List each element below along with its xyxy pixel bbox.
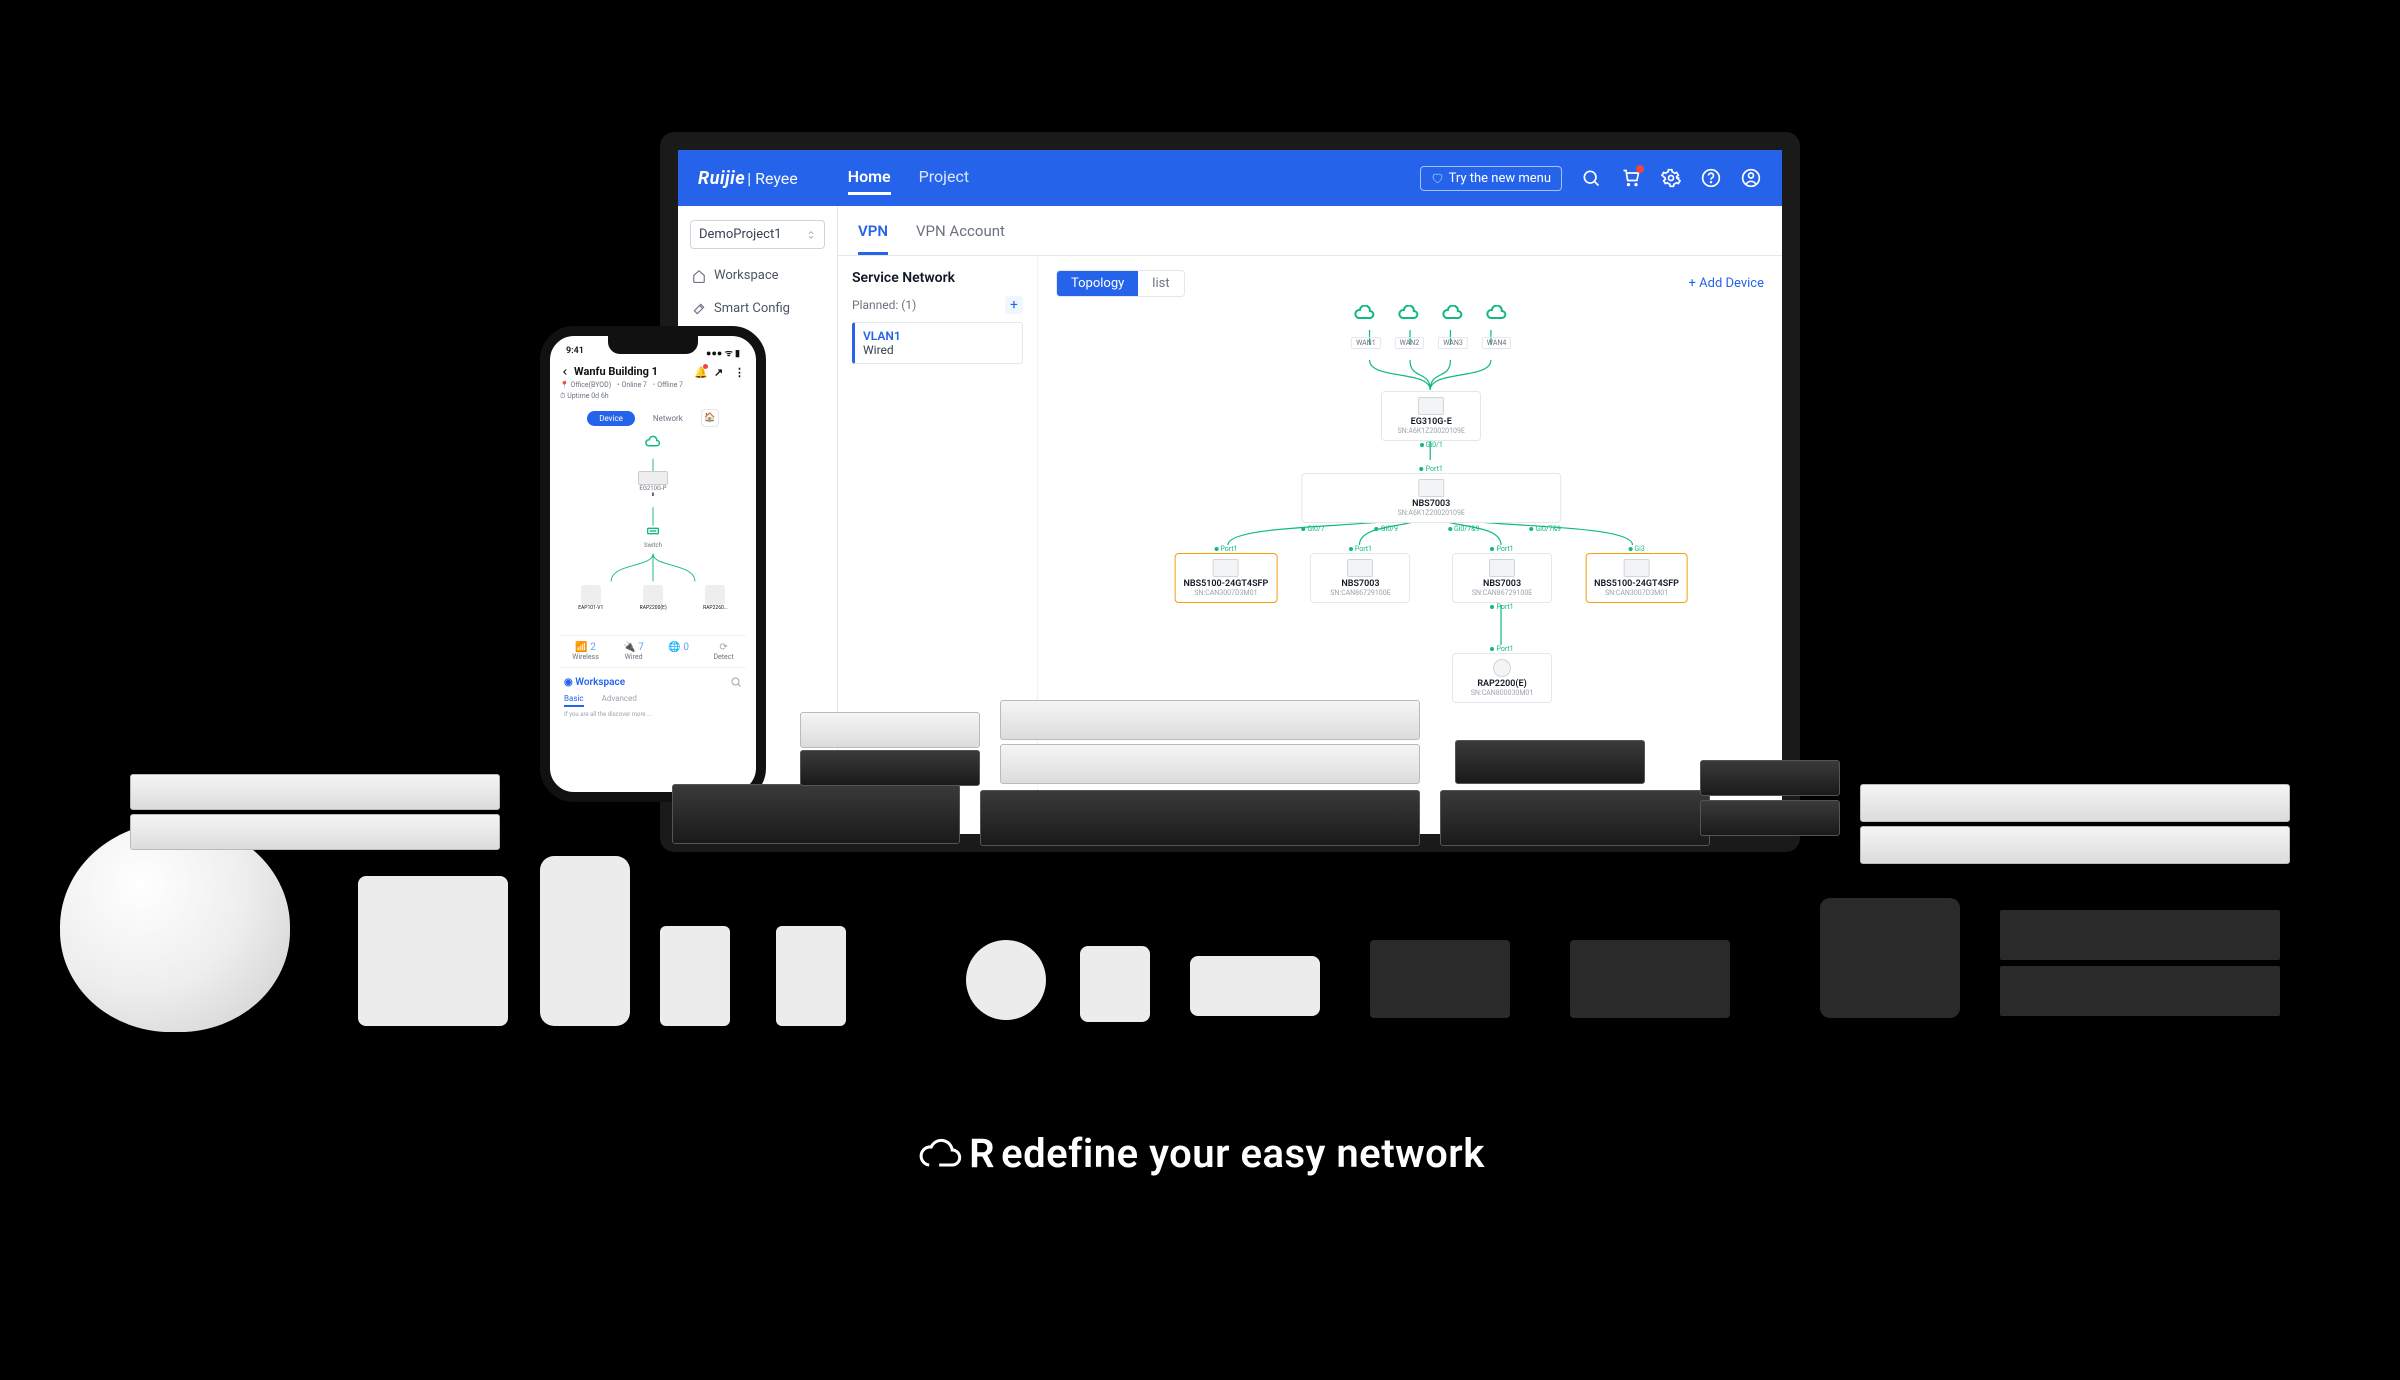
cloud-icon [1353,305,1377,321]
bell-icon[interactable]: 🔔 [694,366,706,378]
home-icon [692,269,706,283]
product-router [1370,940,1510,1018]
phone-home-icon[interactable]: 🏠 [701,409,719,427]
product-router [1570,940,1730,1018]
product-switch [1860,826,2290,864]
tagline: Redefine your easy network [915,1130,1485,1177]
port-label: Gi0/1 [1381,441,1481,449]
phone-topology: EG210G-P ⬇ Switch EAP101-V1 RAP2200(E) R… [560,435,746,635]
cloud-icon [1397,305,1421,321]
phone-seg-device[interactable]: Device [587,411,635,426]
project-selector[interactable]: DemoProject1 [690,220,825,249]
product-switch [1440,790,1710,846]
product-switch [800,750,980,786]
brand-sub: | Reyee [747,169,798,188]
product-switch [1455,740,1645,784]
wan-label: WAN3 [1438,337,1468,349]
topology-node-ap[interactable]: RAP2200(E) SN:CAN800030M01 [1452,653,1552,703]
add-network-button[interactable]: + [1005,296,1023,314]
tab-vpn-account[interactable]: VPN Account [916,206,1005,255]
topology-node-leaf[interactable]: NBS7003 SN:CAN86729100E [1452,553,1552,603]
product-switch [672,784,960,844]
search-icon[interactable] [730,676,742,688]
tab-vpn[interactable]: VPN [858,206,888,255]
add-device-button[interactable]: + Add Device [1689,276,1764,291]
planned-label: Planned: (1) [852,298,916,312]
product-switch [130,814,500,850]
phone-stat-detect[interactable]: ⟳Detect [713,642,733,661]
brand-logo: Ruijie [698,168,745,189]
cart-icon[interactable] [1620,167,1642,189]
mobile-app-screen: 9:41 ●●● ᯤ ▮ Wanfu Building 1 🔔 ↗ ⋮ 📍 Of… [540,326,766,802]
product-router [1190,956,1320,1016]
view-list-button[interactable]: list [1138,271,1183,296]
view-topology-button[interactable]: Topology [1057,271,1138,296]
product-ap [358,876,508,1026]
phone-tab-advanced[interactable]: Advanced [602,694,637,707]
nav-home[interactable]: Home [848,161,891,195]
main-tabs: VPN VPN Account [838,206,1782,256]
topology-node-leaf[interactable]: NBS7003 SN:CAN86729100E [1310,553,1410,603]
product-switch [800,712,980,748]
view-toggle: Topology list [1056,270,1185,297]
nav-project[interactable]: Project [919,161,969,195]
product-switch [1000,744,1420,784]
topology-node-switch[interactable]: NBS7003 SN:A6K1Z20020109E [1301,473,1561,523]
more-icon[interactable]: ⋮ [734,366,746,378]
search-icon[interactable] [1580,167,1602,189]
cloud-icon [1441,305,1465,321]
heart-icon [1431,172,1443,184]
sidebar-item-workspace[interactable]: Workspace [678,259,837,292]
port-label: Port1 [1301,465,1561,473]
phone-stat[interactable]: 🔌 7Wired [623,642,644,661]
wand-icon [692,302,706,316]
product-wall-ap [776,926,846,1026]
product-switch [1700,800,1840,836]
product-switch [1000,700,1420,740]
product-outdoor-ap [60,822,290,1032]
top-bar: Ruijie | Reyee Home Project Try the new … [678,150,1782,206]
gear-icon[interactable] [1660,167,1682,189]
phone-time: 9:41 [566,346,584,359]
cloud-icon [915,1136,963,1172]
phone-seg-network[interactable]: Network [641,411,695,426]
vlan-card[interactable]: VLAN1 Wired [852,322,1023,364]
product-gateway [2000,910,2280,960]
back-icon[interactable] [560,367,570,377]
chevron-updown-icon [806,230,816,240]
help-icon[interactable] [1700,167,1722,189]
wan-label: WAN1 [1351,337,1381,349]
product-gateway [2000,966,2280,1016]
phone-title: Wanfu Building 1 [574,365,658,378]
phone-stat[interactable]: 📶 2Wireless [572,642,599,661]
phone-status-icons: ●●● ᯤ ▮ [706,346,740,359]
product-router [1080,946,1150,1022]
product-router [966,940,1046,1020]
user-icon[interactable] [1740,167,1762,189]
product-switch [130,774,500,810]
topology-node-gateway[interactable]: EG310G-E SN:A6K1Z20020109E [1381,391,1481,441]
wan-label: WAN4 [1482,337,1512,349]
product-ap [540,856,630,1026]
share-icon[interactable]: ↗ [714,366,726,378]
topology-node-leaf[interactable]: NBS5100-24GT4SFP SN:CAN3007D3M01 [1585,553,1688,603]
phone-stat[interactable]: 🌐 0 [668,642,689,661]
sidebar-item-smart-config[interactable]: Smart Config [678,292,837,325]
topology-node-leaf[interactable]: NBS5100-24GT4SFP SN:CAN3007D3M01 [1175,553,1278,603]
top-nav: Home Project [848,161,969,195]
product-mesh [1820,898,1960,1018]
product-switch [980,790,1420,846]
product-switch [1860,784,2290,822]
phone-tab-basic[interactable]: Basic [564,694,584,707]
product-switch [1700,760,1840,796]
try-new-menu-button[interactable]: Try the new menu [1420,166,1562,191]
wan-label: WAN2 [1395,337,1425,349]
service-network-title: Service Network [852,270,1023,286]
notification-dot [1636,165,1644,173]
cloud-icon [1485,305,1509,321]
product-wall-ap [660,926,730,1026]
